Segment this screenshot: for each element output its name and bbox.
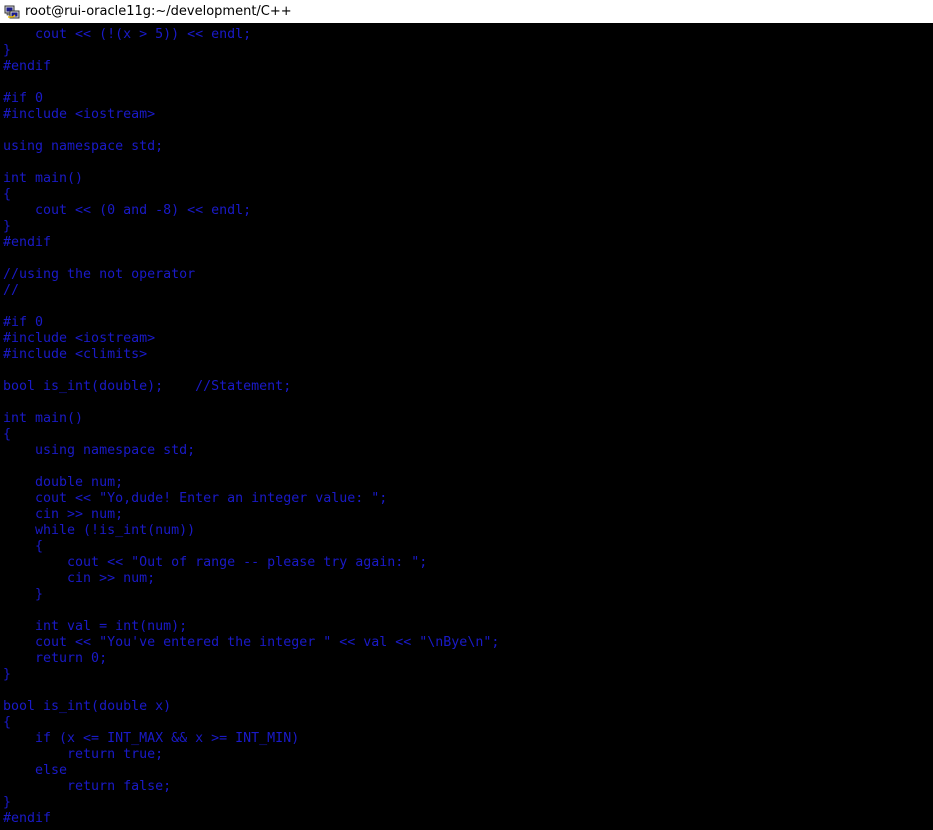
terminal-line: #endif: [3, 811, 52, 826]
terminal-line: int val = int(num);: [3, 619, 188, 634]
terminal-line: return true;: [3, 747, 164, 762]
terminal-line: cout << "You've entered the integer " <<…: [3, 635, 500, 650]
terminal-line: {: [3, 187, 12, 202]
terminal-window: root@rui-oracle11g:~/development/C++ cou…: [0, 0, 933, 830]
terminal-line: }: [3, 219, 12, 234]
terminal-output: cout << (!(x > 5)) << endl;} #endif #if 0 #…: [3, 27, 499, 827]
terminal-line: int main(): [3, 171, 84, 186]
terminal-line: cout << (!(x > 5)) << endl;: [3, 27, 252, 42]
terminal-line: {: [3, 539, 44, 554]
terminal-line: return 0;: [3, 651, 108, 666]
title-bar[interactable]: root@rui-oracle11g:~/development/C++: [0, 0, 933, 23]
terminal-line: else: [3, 763, 68, 778]
terminal-line: }: [3, 587, 44, 602]
terminal-line: return false;: [3, 779, 172, 794]
terminal-line: bool is_int(double x): [3, 699, 172, 714]
terminal-screen[interactable]: cout << (!(x > 5)) << endl;} #endif #if 0 #…: [0, 23, 933, 830]
terminal-line: {: [3, 715, 12, 730]
terminal-line: }: [3, 795, 12, 810]
terminal-line: #include <climits>: [3, 347, 148, 362]
putty-terminal-icon[interactable]: [4, 4, 20, 20]
terminal-line: cin >> num;: [3, 507, 124, 522]
terminal-line: using namespace std;: [3, 443, 196, 458]
terminal-line: cout << (0 and -8) << endl;: [3, 203, 252, 218]
window-title: root@rui-oracle11g:~/development/C++: [25, 4, 292, 19]
terminal-line: {: [3, 427, 12, 442]
terminal-line: using namespace std;: [3, 139, 164, 154]
terminal-line: int main(): [3, 411, 84, 426]
terminal-line: #if 0: [3, 315, 44, 330]
terminal-line: //: [3, 283, 20, 298]
terminal-line: #endif: [3, 59, 52, 74]
terminal-line: }: [3, 43, 12, 58]
terminal-line: if (x <= INT_MAX && x >= INT_MIN): [3, 731, 300, 746]
terminal-line: #include <iostream>: [3, 331, 156, 346]
terminal-line: bool is_int(double); //Statement;: [3, 379, 292, 394]
terminal-line: #if 0: [3, 91, 44, 106]
terminal-line: #include <iostream>: [3, 107, 156, 122]
terminal-line: cout << "Yo,dude! Enter an integer value…: [3, 491, 388, 506]
terminal-line: }: [3, 667, 12, 682]
terminal-line: double num;: [3, 475, 124, 490]
terminal-line: #endif: [3, 235, 52, 250]
terminal-line: while (!is_int(num)): [3, 523, 196, 538]
terminal-line: cin >> num;: [3, 571, 156, 586]
terminal-line: cout << "Out of range -- please try agai…: [3, 555, 428, 570]
terminal-line: //using the not operator: [3, 267, 196, 282]
